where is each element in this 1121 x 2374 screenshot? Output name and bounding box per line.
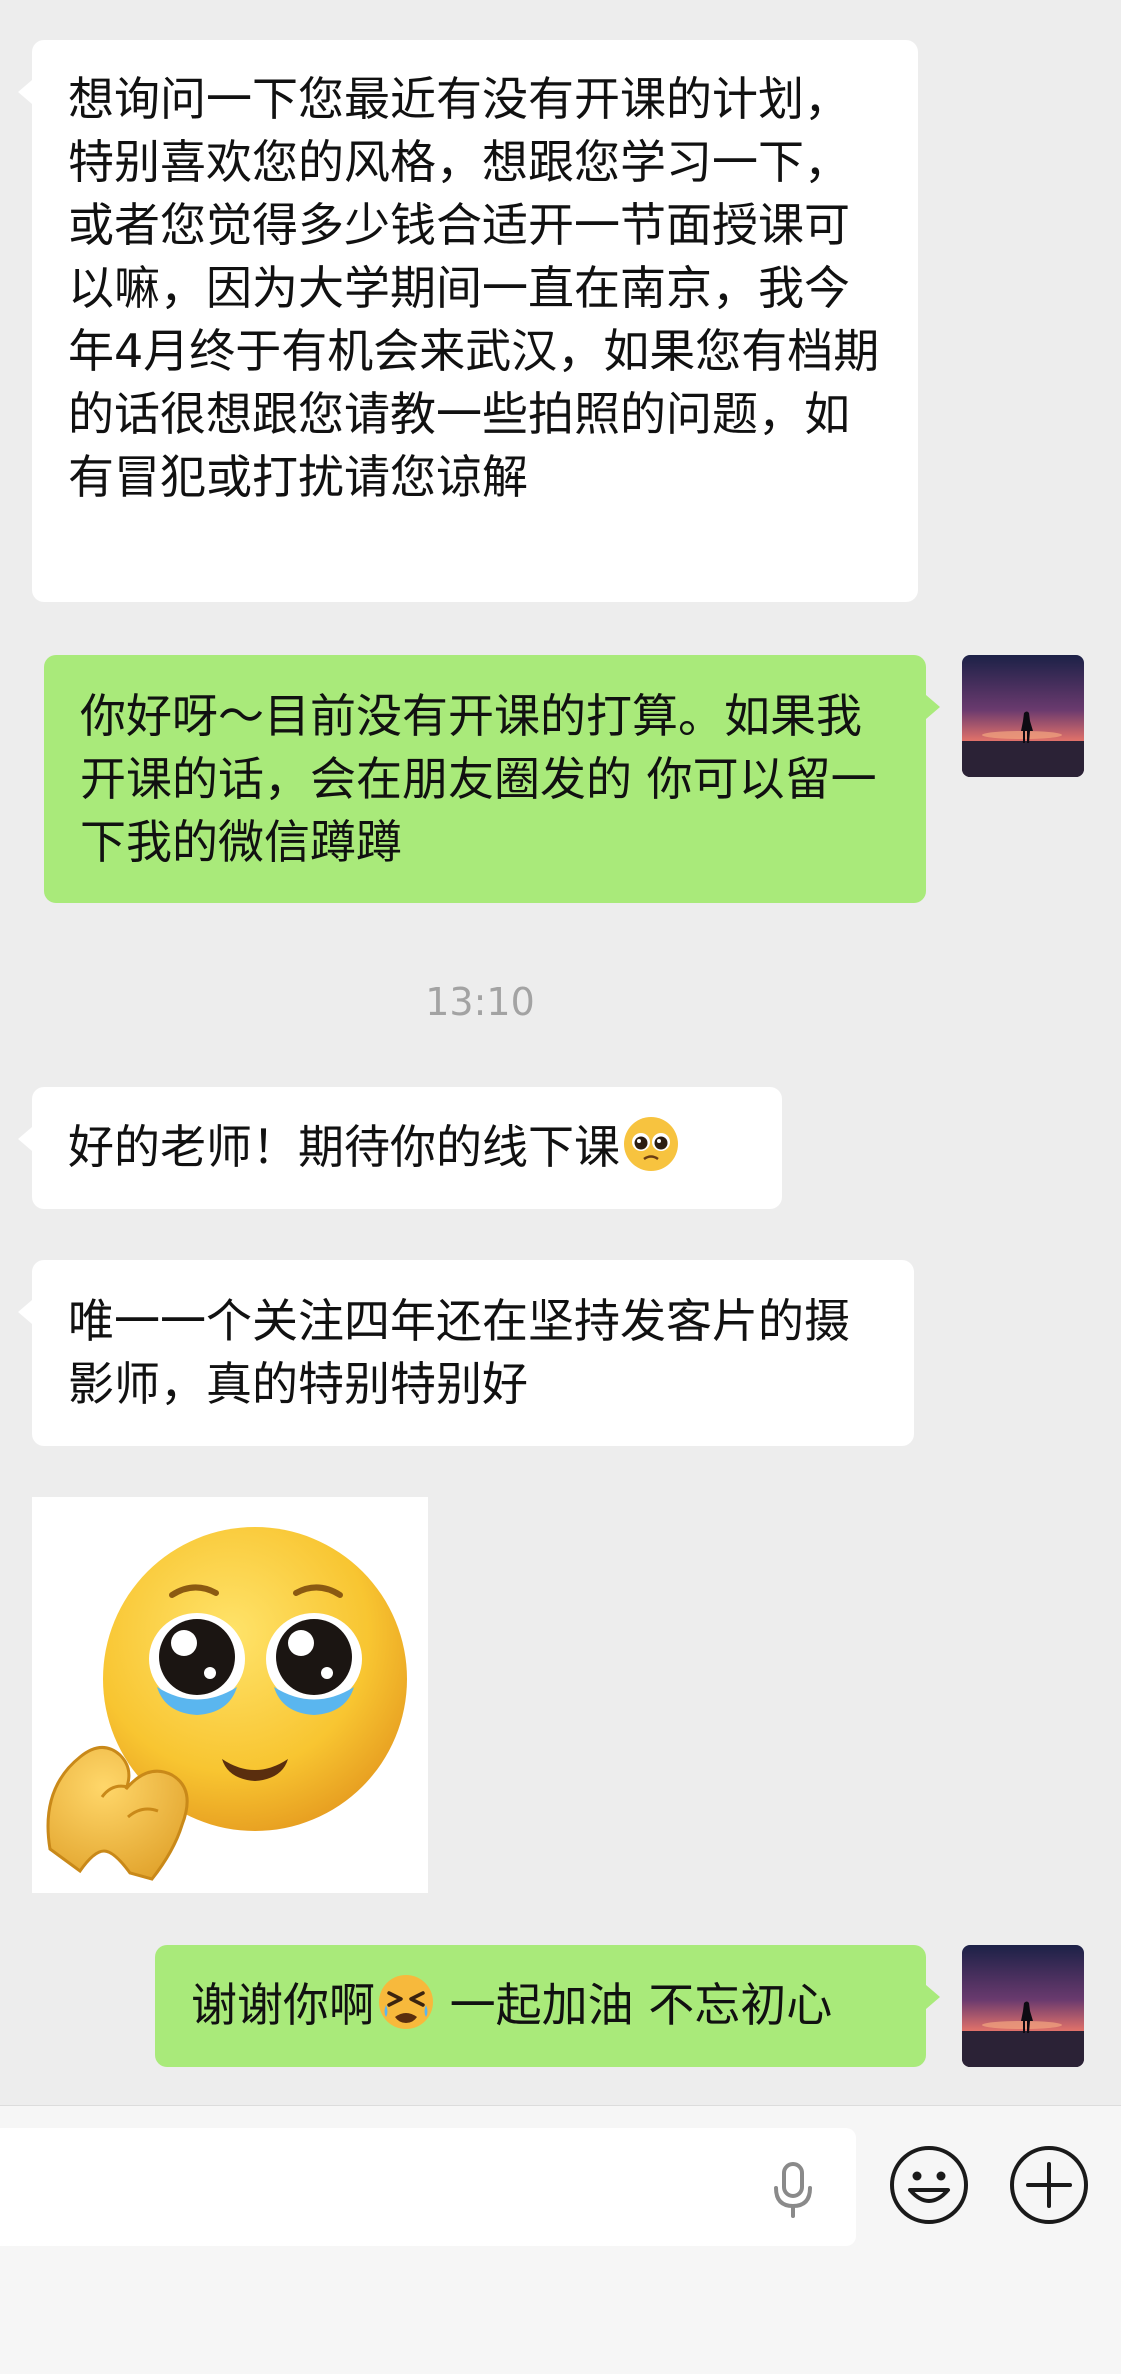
message-text: 想询问一下您最近有没有开课的计划，特别喜欢您的风格，想跟您学习一下，或者您觉得多… <box>68 72 880 504</box>
message-bubble-outgoing[interactable]: 谢谢你啊 一起加油 不忘初心 <box>155 1945 940 2067</box>
message-bubble-incoming[interactable]: 唯一一个关注四年还在坚持发客片的摄影师，真的特别特别好 <box>18 1260 914 1446</box>
message-bubble-outgoing[interactable]: 你好呀～目前没有开课的打算。如果我开课的话，会在朋友圈发的 你可以留一下我的微信… <box>44 655 940 903</box>
sticker-image <box>46 1527 407 1881</box>
persevering-face-emoji <box>377 1973 435 2047</box>
message-bubble-incoming[interactable]: 想询问一下您最近有没有开课的计划，特别喜欢您的风格，想跟您学习一下，或者您觉得多… <box>18 40 918 602</box>
my-avatar[interactable] <box>962 1945 1084 2067</box>
input-bar <box>0 2105 1121 2374</box>
message-text: 谢谢你啊 <box>191 1978 375 2032</box>
message-bubble-incoming[interactable]: 好的老师！期待你的线下课 <box>18 1087 782 1209</box>
message-timestamp: 13:10 <box>425 980 535 1024</box>
message-input[interactable] <box>0 2128 856 2246</box>
smiley-face-icon[interactable] <box>888 2144 970 2226</box>
pleading-face-emoji <box>622 1115 680 1189</box>
chat-history[interactable]: 想询问一下您最近有没有开课的计划，特别喜欢您的风格，想跟您学习一下，或者您觉得多… <box>0 0 1121 2105</box>
pleading-face-heart-hands-sticker[interactable] <box>32 1497 428 1893</box>
my-avatar[interactable] <box>962 655 1084 777</box>
microphone-icon[interactable] <box>768 2160 818 2224</box>
avatar-image <box>962 655 1084 777</box>
message-text: 一起加油 不忘初心 <box>435 1978 833 2032</box>
message-text: 好的老师！期待你的线下课 <box>68 1120 620 1174</box>
plus-circle-icon[interactable] <box>1008 2144 1090 2226</box>
message-text: 你好呀～目前没有开课的打算。如果我开课的话，会在朋友圈发的 你可以留一下我的微信… <box>80 689 877 869</box>
avatar-image <box>962 1945 1084 2067</box>
message-text: 唯一一个关注四年还在坚持发客片的摄影师，真的特别特别好 <box>68 1294 850 1411</box>
